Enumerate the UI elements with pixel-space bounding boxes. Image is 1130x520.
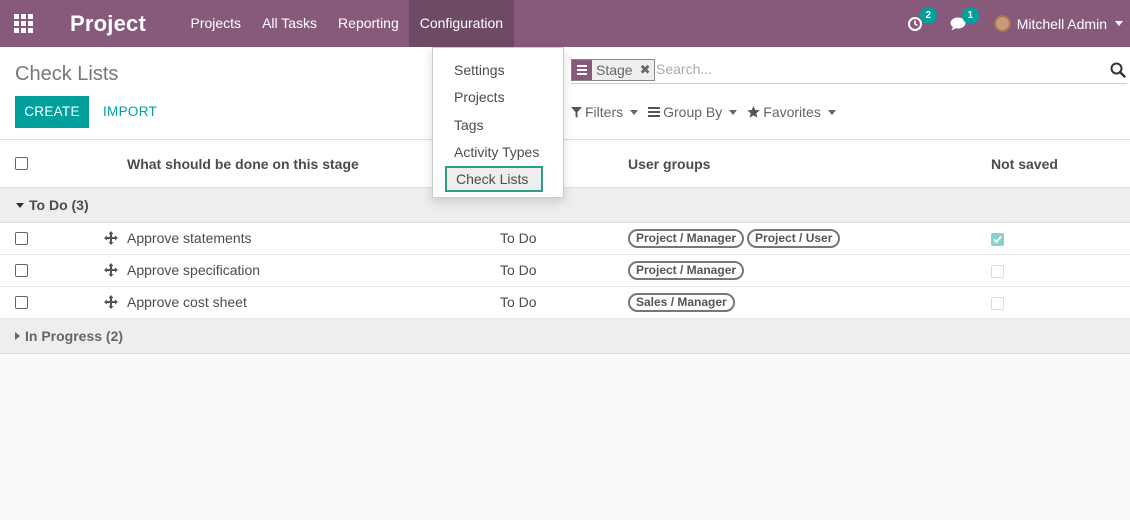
page-title: Check Lists <box>15 63 119 85</box>
nav-all-tasks[interactable]: All Tasks <box>252 0 328 47</box>
filters-label: Filters <box>585 104 624 120</box>
nav-reporting[interactable]: Reporting <box>328 0 410 47</box>
app-brand[interactable]: Project <box>70 11 146 37</box>
drag-handle-icon[interactable] <box>104 231 118 248</box>
drag-handle-icon[interactable] <box>104 263 118 280</box>
remove-facet-icon[interactable]: ✖ <box>636 60 654 80</box>
favorites-label: Favorites <box>763 104 821 120</box>
row-checkbox[interactable] <box>15 264 28 277</box>
menu-item-activity-types[interactable]: Activity Types <box>454 144 539 160</box>
column-header-description[interactable]: What should be done on this stage <box>127 141 359 187</box>
activity-icon[interactable]: 2 <box>907 6 937 31</box>
user-group-tags: Project / Manager Project / User <box>628 229 841 248</box>
row-name: Approve specification <box>127 262 261 278</box>
table-row[interactable]: Approve statements To Do Project / Manag… <box>0 223 1130 255</box>
search-options: Filters Group By Favorites <box>571 104 846 120</box>
list-header: What should be done on this stage User g… <box>0 141 1130 188</box>
row-stage: To Do <box>500 262 537 278</box>
not-saved-checkbox <box>991 265 1004 278</box>
group-by-label: Group By <box>663 104 723 120</box>
chevron-down-icon <box>1115 21 1123 26</box>
column-header-not-saved[interactable]: Not saved <box>991 141 1058 187</box>
configuration-dropdown: Settings Projects Tags Activity Types Ch… <box>432 47 564 198</box>
messages-count-badge: 1 <box>961 6 979 24</box>
filter-icon <box>571 106 582 118</box>
row-checkbox[interactable] <box>15 296 28 309</box>
menu-item-check-lists[interactable]: Check Lists <box>445 166 543 192</box>
search-facet-stage[interactable]: Stage ✖ <box>571 59 655 81</box>
star-icon <box>747 106 761 118</box>
drag-handle-icon[interactable] <box>104 295 118 312</box>
row-stage: To Do <box>500 294 537 310</box>
activity-count-badge: 2 <box>919 6 937 24</box>
avatar <box>993 15 1011 32</box>
group-row-to-do[interactable]: To Do (3) <box>0 188 1130 223</box>
tag: Sales / Manager <box>628 293 735 312</box>
row-checkbox[interactable] <box>15 232 28 245</box>
search-input[interactable] <box>656 61 1076 77</box>
chevron-down-icon <box>827 109 836 115</box>
control-panel: Check Lists CREATE IMPORT Stage ✖ Filter… <box>0 47 1130 140</box>
messages-icon[interactable]: 1 <box>950 6 979 31</box>
column-header-user-groups[interactable]: User groups <box>628 141 710 187</box>
not-saved-checkbox <box>991 233 1004 246</box>
nav-configuration[interactable]: Configuration <box>409 0 514 47</box>
select-all-checkbox[interactable] <box>15 157 28 170</box>
facet-value: Stage <box>592 60 637 80</box>
tag: Project / Manager <box>628 261 745 280</box>
filters-button[interactable]: Filters <box>571 104 639 120</box>
caret-right-icon <box>15 332 20 340</box>
table-row[interactable]: Approve cost sheet To Do Sales / Manager <box>0 287 1130 319</box>
not-saved-checkbox <box>991 297 1004 310</box>
user-group-tags: Sales / Manager <box>628 293 735 312</box>
chevron-down-icon <box>630 109 639 115</box>
import-button[interactable]: IMPORT <box>103 96 157 128</box>
menu-item-tags[interactable]: Tags <box>454 117 484 133</box>
chevron-down-icon <box>729 109 738 115</box>
row-stage: To Do <box>500 230 537 246</box>
group-by-icon <box>572 60 592 80</box>
apps-menu-icon[interactable] <box>0 0 47 47</box>
menu-item-settings[interactable]: Settings <box>454 62 505 78</box>
row-name: Approve statements <box>127 230 252 246</box>
row-name: Approve cost sheet <box>127 294 247 310</box>
nav-projects[interactable]: Projects <box>180 0 252 47</box>
user-group-tags: Project / Manager <box>628 261 745 280</box>
table-row[interactable]: Approve specification To Do Project / Ma… <box>0 255 1130 287</box>
group-by-button[interactable]: Group By <box>648 104 738 120</box>
tag: Project / Manager <box>628 229 745 248</box>
search-bar: Stage ✖ <box>571 58 1127 84</box>
menu-item-projects[interactable]: Projects <box>454 89 505 105</box>
list-icon <box>648 107 661 117</box>
user-menu[interactable]: Mitchell Admin <box>993 15 1123 32</box>
list-view: What should be done on this stage User g… <box>0 141 1130 354</box>
search-icon[interactable] <box>1110 62 1126 81</box>
caret-down-icon <box>16 202 24 208</box>
top-navbar: Project Projects All Tasks Reporting Con… <box>0 0 1130 47</box>
group-label: To Do (3) <box>29 197 89 213</box>
user-name: Mitchell Admin <box>1016 15 1107 32</box>
group-label: In Progress (2) <box>25 328 124 344</box>
group-row-in-progress[interactable]: In Progress (2) <box>0 319 1130 354</box>
tag: Project / User <box>747 229 841 248</box>
create-button[interactable]: CREATE <box>15 96 89 128</box>
favorites-button[interactable]: Favorites <box>747 104 836 120</box>
